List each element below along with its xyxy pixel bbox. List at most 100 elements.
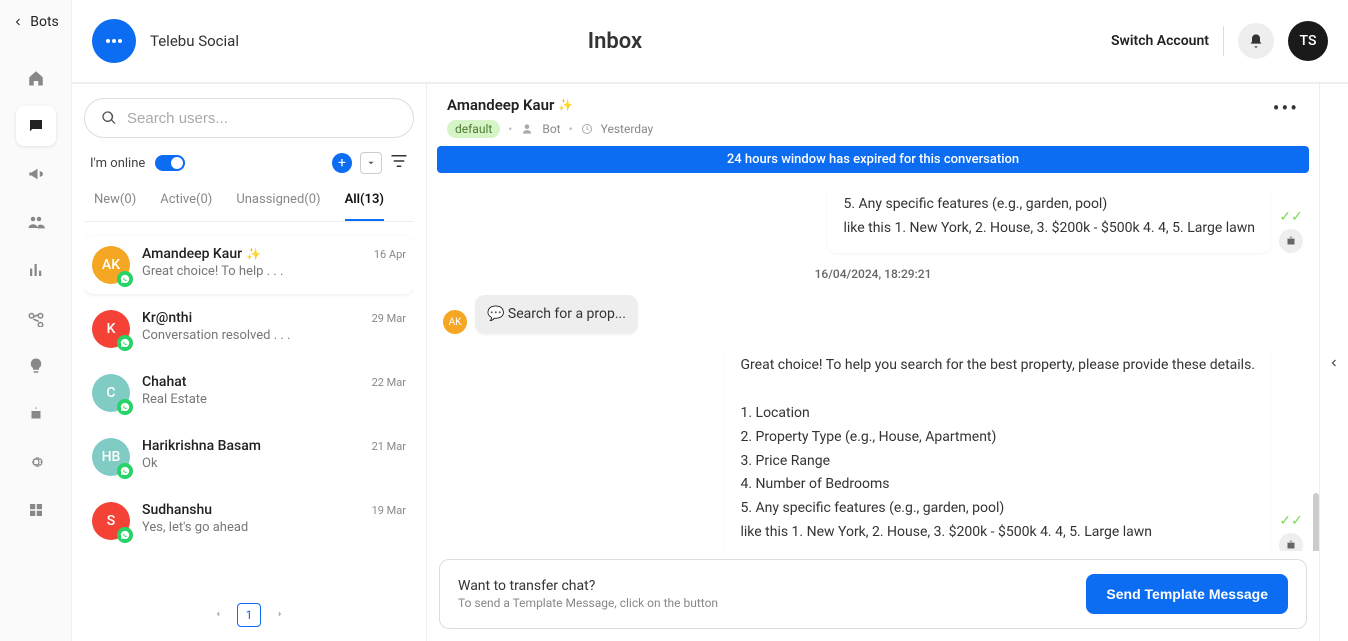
- nav-settings[interactable]: [16, 442, 56, 482]
- pager-current[interactable]: 1: [237, 603, 261, 627]
- read-receipt-icon: ✓✓: [1279, 209, 1302, 225]
- pager-next[interactable]: [275, 607, 285, 623]
- clock-icon: [581, 123, 593, 135]
- robot-icon: [27, 405, 45, 423]
- robot-icon: [1284, 538, 1298, 551]
- online-label: I'm online: [90, 156, 145, 171]
- conversation-avatar: AK: [92, 246, 130, 284]
- conversation-date: 16 Apr: [374, 248, 406, 261]
- chevron-left-icon: [213, 609, 223, 619]
- agent-label: Bot: [542, 122, 560, 136]
- conversation-preview: Real Estate: [142, 392, 406, 407]
- share-icon: [27, 309, 45, 327]
- tab-unassigned[interactable]: Unassigned(0): [236, 192, 320, 221]
- user-avatar[interactable]: TS: [1288, 21, 1328, 61]
- topbar: Telebu Social Inbox Switch Account TS: [72, 0, 1348, 84]
- nav-ideas[interactable]: [16, 346, 56, 386]
- scrollbar-thumb[interactable]: [1313, 493, 1319, 551]
- chat-meta: default • Bot • Yesterday: [447, 120, 653, 138]
- nav-analytics[interactable]: [16, 250, 56, 290]
- robot-icon: [1284, 234, 1298, 248]
- conversation-name: Chahat: [142, 374, 186, 390]
- tab-new[interactable]: New(0): [94, 192, 136, 221]
- whatsapp-icon: [117, 463, 133, 479]
- footer-title: Want to transfer chat?: [458, 578, 718, 594]
- tab-all[interactable]: All(13): [345, 192, 384, 221]
- timestamp-divider: 16/04/2024, 18:29:21: [443, 267, 1303, 281]
- person-icon: [520, 122, 534, 136]
- chevron-left-icon: [12, 16, 24, 28]
- sparkle-icon: ✨: [558, 98, 573, 112]
- time-label: Yesterday: [601, 122, 654, 136]
- status-badge: default: [447, 120, 500, 138]
- read-receipt-icon: ✓✓: [1279, 513, 1302, 529]
- conversation-item[interactable]: CChahat22 MarReal Estate: [84, 364, 414, 422]
- pager-prev[interactable]: [213, 607, 223, 623]
- users-icon: [27, 213, 45, 231]
- message-out: Great choice! To help you search for the…: [443, 342, 1303, 551]
- bot-sender-badge: [1279, 533, 1303, 551]
- bell-icon: [1248, 33, 1264, 49]
- search-wrap: [84, 98, 414, 138]
- conversation-name: Amandeep Kaur ✨: [142, 246, 261, 262]
- conversation-name: Kr@nthi: [142, 310, 192, 326]
- nav-integrations[interactable]: [16, 298, 56, 338]
- conversation-item[interactable]: HBHarikrishna Basam21 MarOk: [84, 428, 414, 486]
- collapse-right-panel[interactable]: [1320, 84, 1348, 641]
- conversation-preview: Great choice! To help . . .: [142, 264, 406, 279]
- sparkle-icon: ✨: [246, 247, 261, 261]
- conversation-date: 22 Mar: [372, 376, 406, 389]
- nav-bot[interactable]: [16, 394, 56, 434]
- more-button[interactable]: •••: [1273, 96, 1299, 120]
- footer-subtitle: To send a Template Message, click on the…: [458, 596, 718, 610]
- bulb-icon: [27, 357, 45, 375]
- online-toggle[interactable]: [155, 155, 185, 171]
- divider: [1223, 26, 1224, 56]
- back-to-bots[interactable]: Bots: [12, 14, 59, 30]
- megaphone-icon: [27, 165, 45, 183]
- nav-broadcast[interactable]: [16, 154, 56, 194]
- chat-icon: [27, 117, 45, 135]
- send-template-button[interactable]: Send Template Message: [1086, 574, 1288, 614]
- add-button[interactable]: +: [332, 153, 352, 173]
- notifications-button[interactable]: [1238, 23, 1274, 59]
- conversation-date: 21 Mar: [372, 440, 406, 453]
- nav-apps[interactable]: [16, 490, 56, 530]
- search-icon: [101, 110, 117, 126]
- message-out: 5. Any specific features (e.g., garden, …: [443, 181, 1303, 253]
- nav-inbox[interactable]: [16, 106, 56, 146]
- chart-icon: [27, 261, 45, 279]
- search-input[interactable]: [127, 110, 397, 127]
- pager: 1: [84, 595, 414, 635]
- nav-contacts[interactable]: [16, 202, 56, 242]
- whatsapp-icon: [117, 271, 133, 287]
- conversation-avatar: K: [92, 310, 130, 348]
- tab-active[interactable]: Active(0): [160, 192, 212, 221]
- switch-account-link[interactable]: Switch Account: [1111, 33, 1209, 49]
- conversation-name: Sudhanshu: [142, 502, 212, 518]
- messages-area[interactable]: 5. Any specific features (e.g., garden, …: [427, 173, 1319, 551]
- conversation-item[interactable]: SSudhanshu19 MarYes, let's go ahead: [84, 492, 414, 550]
- conversation-avatar: S: [92, 502, 130, 540]
- whatsapp-icon: [117, 527, 133, 543]
- brand-logo: [92, 19, 136, 63]
- bot-sender-badge: [1279, 229, 1303, 253]
- grid-icon: [27, 501, 45, 519]
- dot-separator: •: [569, 122, 573, 136]
- conversation-date: 19 Mar: [372, 504, 406, 517]
- home-icon: [27, 69, 45, 87]
- filter-button[interactable]: [390, 154, 408, 172]
- conversation-date: 29 Mar: [372, 312, 406, 325]
- nav-home[interactable]: [16, 58, 56, 98]
- conversation-preview: Ok: [142, 456, 406, 471]
- message-bubble: 5. Any specific features (e.g., garden, …: [827, 181, 1271, 253]
- expiry-banner: 24 hours window has expired for this con…: [437, 146, 1309, 173]
- whatsapp-icon: [117, 399, 133, 415]
- conversation-item[interactable]: KKr@nthi29 MarConversation resolved . . …: [84, 300, 414, 358]
- sort-button[interactable]: [360, 152, 382, 174]
- conversation-avatar: HB: [92, 438, 130, 476]
- gear-icon: [27, 453, 45, 471]
- conversation-item[interactable]: AK Amandeep Kaur ✨ 16 Apr Great choice! To …: [84, 236, 414, 294]
- back-label: Bots: [30, 14, 59, 30]
- whatsapp-icon: [117, 335, 133, 351]
